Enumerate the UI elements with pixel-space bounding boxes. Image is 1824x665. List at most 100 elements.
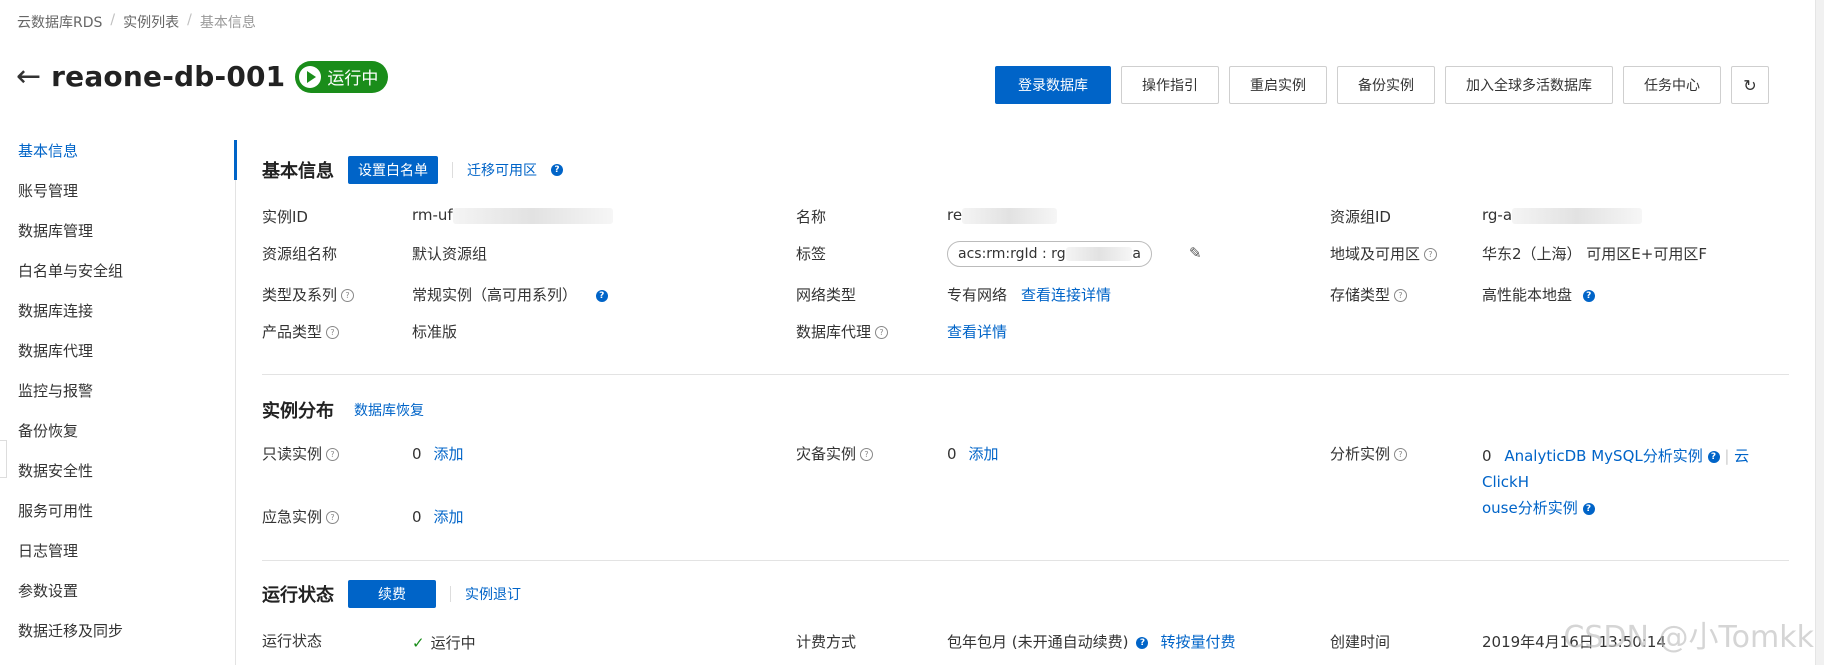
dr-value: 0 添加: [947, 443, 999, 464]
page-header: ← reaone-db-001 运行中: [16, 60, 389, 93]
sidebar-item-parameters[interactable]: 参数设置: [0, 570, 235, 610]
instance-id-label: 实例ID: [262, 208, 308, 226]
sidebar-divider: [235, 140, 236, 665]
analyticdb-link[interactable]: AnalyticDB MySQL分析实例: [1504, 447, 1702, 465]
breadcrumb-instance-list[interactable]: 实例列表: [123, 12, 179, 32]
restart-instance-button[interactable]: 重启实例: [1229, 66, 1327, 104]
unsubscribe-link[interactable]: 实例退订: [465, 584, 521, 604]
network-value-text: 专有网络: [947, 286, 1008, 304]
storage-label-text: 存储类型: [1330, 286, 1391, 304]
help-circle-icon[interactable]: ?: [1424, 248, 1438, 261]
add-readonly-link[interactable]: 添加: [434, 445, 464, 463]
basic-info-header: 基本信息 设置白名单 迁移可用区 ?: [262, 156, 563, 184]
breadcrumb: 云数据库RDS / 实例列表 / 基本信息: [17, 12, 256, 32]
help-circle-icon[interactable]: ?: [341, 289, 355, 302]
sidebar-item-monitoring[interactable]: 监控与报警: [0, 370, 235, 410]
help-circle-icon[interactable]: ?: [860, 448, 874, 461]
billing-label: 计费方式: [796, 633, 857, 651]
instance-id-value: rm-uf: [412, 206, 613, 224]
help-icon[interactable]: ?: [1136, 636, 1149, 649]
task-center-button[interactable]: 任务中心: [1623, 66, 1721, 104]
join-global-db-button[interactable]: 加入全球多活数据库: [1445, 66, 1613, 104]
sidebar-item-databases[interactable]: 数据库管理: [0, 210, 235, 250]
tag-chip: acs:rm:rgId : rg a: [947, 241, 1152, 267]
help-icon[interactable]: ?: [595, 289, 608, 302]
region-label: 地域及可用区?: [1330, 243, 1438, 264]
backup-instance-button[interactable]: 备份实例: [1337, 66, 1435, 104]
resource-group-name-value: 默认资源组: [412, 245, 488, 263]
sidebar-item-availability[interactable]: 服务可用性: [0, 490, 235, 530]
sidebar-item-migration[interactable]: 数据迁移及同步: [0, 610, 235, 650]
help-icon[interactable]: ?: [1707, 450, 1720, 463]
type-label-text: 类型及系列: [262, 286, 338, 304]
sidebar-item-logs[interactable]: 日志管理: [0, 530, 235, 570]
vertical-scrollbar[interactable]: [1815, 0, 1824, 665]
db-restore-link[interactable]: 数据库恢复: [354, 400, 424, 420]
product-type-label: 产品类型?: [262, 321, 340, 342]
type-value-text: 常规实例（高可用系列）: [412, 286, 578, 304]
help-circle-icon[interactable]: ?: [326, 448, 340, 461]
emergency-label-text: 应急实例: [262, 508, 323, 526]
back-arrow-icon[interactable]: ←: [16, 61, 41, 92]
view-details-link[interactable]: 查看详情: [947, 321, 1007, 342]
help-circle-icon[interactable]: ?: [326, 511, 340, 524]
type-label: 类型及系列?: [262, 284, 355, 305]
resource-group-id-label: 资源组ID: [1330, 208, 1391, 226]
section-title-distribution: 实例分布: [262, 401, 334, 422]
top-actions: 登录数据库 操作指引 重启实例 备份实例 加入全球多活数据库 任务中心 ↻: [995, 66, 1769, 104]
sidebar-collapse-handle[interactable]: [0, 440, 7, 478]
help-circle-icon[interactable]: ?: [875, 326, 889, 339]
view-connection-link[interactable]: 查看连接详情: [1021, 286, 1111, 304]
refresh-button[interactable]: ↻: [1731, 66, 1769, 104]
clickhouse-link-cont[interactable]: ouse分析实例: [1482, 499, 1578, 517]
sidebar-item-basic-info[interactable]: 基本信息: [0, 130, 235, 170]
resource-group-id-text: rg-a: [1482, 206, 1513, 224]
storage-value-text: 高性能本地盘: [1482, 286, 1573, 304]
sidebar-item-accounts[interactable]: 账号管理: [0, 170, 235, 210]
sidebar-item-connection[interactable]: 数据库连接: [0, 290, 235, 330]
login-db-button[interactable]: 登录数据库: [995, 66, 1111, 104]
db-proxy-label: 数据库代理?: [796, 321, 889, 342]
billing-value: 包年包月 (未开通自动续费)? 转按量付费: [947, 631, 1236, 652]
breadcrumb-rds[interactable]: 云数据库RDS: [17, 12, 102, 32]
readonly-label-text: 只读实例: [262, 445, 323, 463]
play-icon: [299, 65, 322, 88]
name-value: re: [947, 206, 1058, 224]
add-emergency-link[interactable]: 添加: [434, 508, 464, 526]
readonly-count: 0: [412, 445, 422, 463]
help-icon[interactable]: ?: [1582, 502, 1595, 515]
section-divider: [262, 374, 1789, 375]
add-dr-link[interactable]: 添加: [969, 445, 999, 463]
help-icon[interactable]: ?: [1582, 289, 1595, 302]
operation-guide-button[interactable]: 操作指引: [1121, 66, 1219, 104]
migrate-zone-link[interactable]: 迁移可用区: [467, 160, 537, 180]
help-circle-icon[interactable]: ?: [326, 326, 340, 339]
redacted-mask: [1065, 247, 1133, 261]
breadcrumb-separator: /: [110, 12, 116, 28]
help-circle-icon[interactable]: ?: [1394, 448, 1408, 461]
analytics-value: 0 AnalyticDB MySQL分析实例 ? | 云ClickH ouse分…: [1482, 443, 1782, 521]
edit-pencil-icon[interactable]: ✎: [1189, 244, 1202, 262]
name-label: 名称: [796, 208, 827, 226]
switch-payg-link[interactable]: 转按量付费: [1160, 633, 1235, 651]
section-divider: [262, 560, 1789, 561]
sidebar-item-whitelist[interactable]: 白名单与安全组: [0, 250, 235, 290]
help-circle-icon[interactable]: ?: [1394, 289, 1408, 302]
created-label: 创建时间: [1330, 633, 1391, 651]
sidebar-item-proxy[interactable]: 数据库代理: [0, 330, 235, 370]
run-status-label: 运行状态: [262, 632, 323, 650]
run-status-text: 运行中: [430, 634, 476, 652]
separator: |: [1724, 447, 1730, 465]
run-status-value: ✓ 运行中: [412, 632, 476, 653]
sidebar-item-backup[interactable]: 备份恢复: [0, 410, 235, 450]
sidebar-item-security[interactable]: 数据安全性: [0, 450, 235, 490]
status-badge: 运行中: [295, 60, 389, 93]
renew-button[interactable]: 续费: [348, 580, 436, 608]
set-whitelist-button[interactable]: 设置白名单: [348, 156, 438, 184]
tag-text: acs:rm:rgId : rg: [958, 246, 1066, 262]
storage-label: 存储类型?: [1330, 284, 1408, 305]
sidebar-active-indicator: [234, 140, 237, 180]
instance-id-text: rm-uf: [412, 206, 453, 224]
help-icon[interactable]: ?: [551, 164, 563, 176]
page-title: reaone-db-001: [51, 60, 286, 93]
